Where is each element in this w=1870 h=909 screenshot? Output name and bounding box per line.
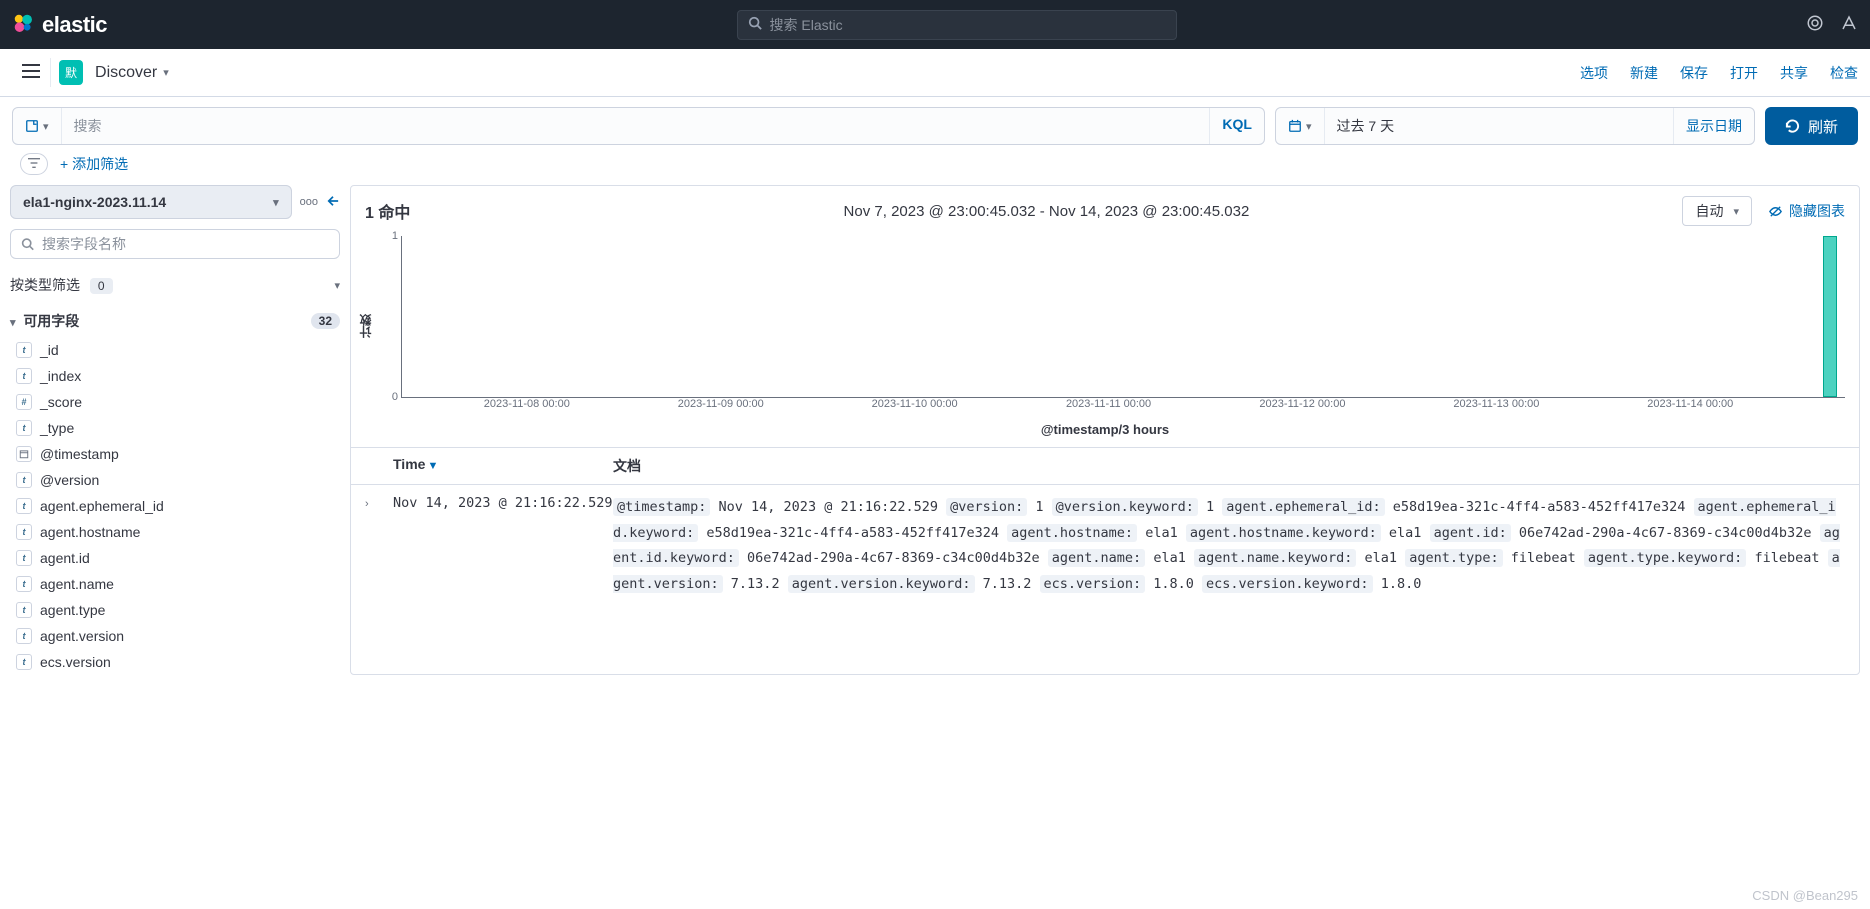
query-input[interactable] — [74, 118, 1198, 134]
field-item[interactable]: t_type — [10, 415, 340, 441]
search-icon — [748, 16, 762, 33]
field-list: t_idt_index#_scoret_type@timestampt@vers… — [10, 337, 340, 675]
global-header: elastic — [0, 0, 1870, 49]
add-filter[interactable]: + 添加筛选 — [60, 154, 128, 174]
global-search[interactable] — [737, 10, 1177, 40]
y-axis-label: 计数 — [357, 314, 374, 338]
col-doc[interactable]: 文档 — [613, 456, 1845, 476]
field-type-filter[interactable]: 按类型筛选 0 ▾ — [10, 269, 340, 301]
text-type-icon: t — [16, 368, 32, 384]
sort-desc-icon: ▼ — [427, 460, 438, 472]
text-type-icon: t — [16, 654, 32, 670]
chevron-down-icon: ▾ — [43, 120, 49, 133]
time-value[interactable]: 过去 7 天 — [1325, 108, 1673, 144]
app-bar: 默 Discover ▾ 选项 新建 保存 打开 共享 检查 — [0, 49, 1870, 97]
query-bar: ▾ KQL ▾ 过去 7 天 显示日期 刷新 — [0, 97, 1870, 145]
field-item[interactable]: tagent.ephemeral_id — [10, 493, 340, 519]
show-dates[interactable]: 显示日期 — [1673, 108, 1754, 144]
date-type-icon — [16, 446, 32, 462]
global-search-input[interactable] — [770, 17, 1166, 33]
chevron-down-icon: ▾ — [1733, 205, 1739, 218]
sidebar-sort-icon[interactable]: ooo — [300, 196, 318, 208]
main-row: ela1-nginx-2023.11.14 ▾ ooo 按类型筛选 0 ▾ ▾ … — [0, 185, 1870, 675]
field-item[interactable]: tagent.name — [10, 571, 340, 597]
histogram-chart[interactable]: 计数 1 0 2023-11-08 00:002023-11-09 00:002… — [351, 236, 1859, 416]
chevron-down-icon: ▾ — [163, 66, 169, 79]
number-type-icon: # — [16, 394, 32, 410]
row-source: @timestamp: Nov 14, 2023 @ 21:16:22.529 … — [613, 495, 1845, 598]
table-row: › Nov 14, 2023 @ 21:16:22.529 @timestamp… — [351, 485, 1859, 608]
menu-new[interactable]: 新建 — [1630, 63, 1658, 83]
field-item[interactable]: t_id — [10, 337, 340, 363]
filter-icon[interactable] — [20, 153, 48, 175]
brand-text: elastic — [42, 12, 107, 38]
doc-table-header: Time▼ 文档 — [351, 447, 1859, 485]
field-item[interactable]: t@version — [10, 467, 340, 493]
col-time[interactable]: Time▼ — [393, 456, 613, 476]
chevron-down-icon: ▾ — [273, 196, 279, 209]
text-type-icon: t — [16, 550, 32, 566]
sidebar: ela1-nginx-2023.11.14 ▾ ooo 按类型筛选 0 ▾ ▾ … — [10, 185, 340, 675]
hit-count: 1 命中 — [365, 199, 410, 223]
row-time: Nov 14, 2023 @ 21:16:22.529 — [393, 495, 613, 598]
menu-open[interactable]: 打开 — [1730, 63, 1758, 83]
elastic-logo-icon — [12, 12, 34, 37]
chevron-down-icon: ▾ — [10, 317, 16, 329]
time-picker[interactable]: ▾ 过去 7 天 显示日期 — [1275, 107, 1755, 145]
sidebar-collapse-icon[interactable] — [326, 194, 340, 210]
interval-select[interactable]: 自动 ▾ — [1682, 196, 1752, 226]
expand-row[interactable]: › — [365, 495, 393, 598]
field-item[interactable]: tagent.hostname — [10, 519, 340, 545]
x-axis-label: @timestamp/3 hours — [351, 416, 1859, 447]
field-item[interactable]: @timestamp — [10, 441, 340, 467]
field-item[interactable]: t_index — [10, 363, 340, 389]
text-type-icon: t — [16, 524, 32, 540]
text-type-icon: t — [16, 342, 32, 358]
histogram-bar[interactable] — [1823, 236, 1837, 397]
field-item[interactable]: tagent.version — [10, 623, 340, 649]
available-fields-header[interactable]: ▾ 可用字段 32 — [10, 301, 340, 337]
help-icon[interactable] — [1840, 14, 1858, 35]
results-header: 1 命中 Nov 7, 2023 @ 23:00:45.032 - Nov 14… — [351, 186, 1859, 236]
field-item[interactable]: tecs.version — [10, 649, 340, 675]
chevron-down-icon: ▾ — [334, 279, 340, 292]
text-type-icon: t — [16, 498, 32, 514]
refresh-button[interactable]: 刷新 — [1765, 107, 1858, 145]
text-type-icon: t — [16, 472, 32, 488]
field-item[interactable]: #_score — [10, 389, 340, 415]
query-lang-toggle[interactable]: KQL — [1209, 108, 1264, 144]
menu-inspect[interactable]: 检查 — [1830, 63, 1858, 83]
watermark: CSDN @Bean295 — [1752, 888, 1858, 903]
field-item[interactable]: tagent.type — [10, 597, 340, 623]
calendar-button[interactable]: ▾ — [1276, 108, 1325, 144]
field-search-input[interactable] — [42, 236, 329, 252]
query-group: ▾ KQL — [12, 107, 1265, 145]
brand-logo[interactable]: elastic — [12, 12, 107, 38]
app-name[interactable]: Discover ▾ — [95, 64, 169, 82]
filter-bar: + 添加筛选 — [0, 145, 1870, 185]
text-type-icon: t — [16, 576, 32, 592]
text-type-icon: t — [16, 602, 32, 618]
index-pattern-select[interactable]: ela1-nginx-2023.11.14 ▾ — [10, 185, 292, 219]
menu-save[interactable]: 保存 — [1680, 63, 1708, 83]
nav-toggle[interactable] — [12, 58, 51, 87]
field-search[interactable] — [10, 229, 340, 259]
timerange-display: Nov 7, 2023 @ 23:00:45.032 - Nov 14, 202… — [426, 203, 1666, 220]
field-item[interactable]: tagent.id — [10, 545, 340, 571]
chevron-down-icon: ▾ — [1306, 120, 1312, 133]
saved-query-button[interactable]: ▾ — [13, 108, 62, 144]
text-type-icon: t — [16, 420, 32, 436]
newsfeed-icon[interactable] — [1806, 14, 1824, 35]
query-input-wrap — [62, 108, 1210, 144]
text-type-icon: t — [16, 628, 32, 644]
hide-chart[interactable]: 隐藏图表 — [1768, 201, 1845, 221]
menu-share[interactable]: 共享 — [1780, 63, 1808, 83]
results-panel: 1 命中 Nov 7, 2023 @ 23:00:45.032 - Nov 14… — [350, 185, 1860, 675]
menu-options[interactable]: 选项 — [1580, 63, 1608, 83]
space-badge[interactable]: 默 — [59, 60, 83, 85]
